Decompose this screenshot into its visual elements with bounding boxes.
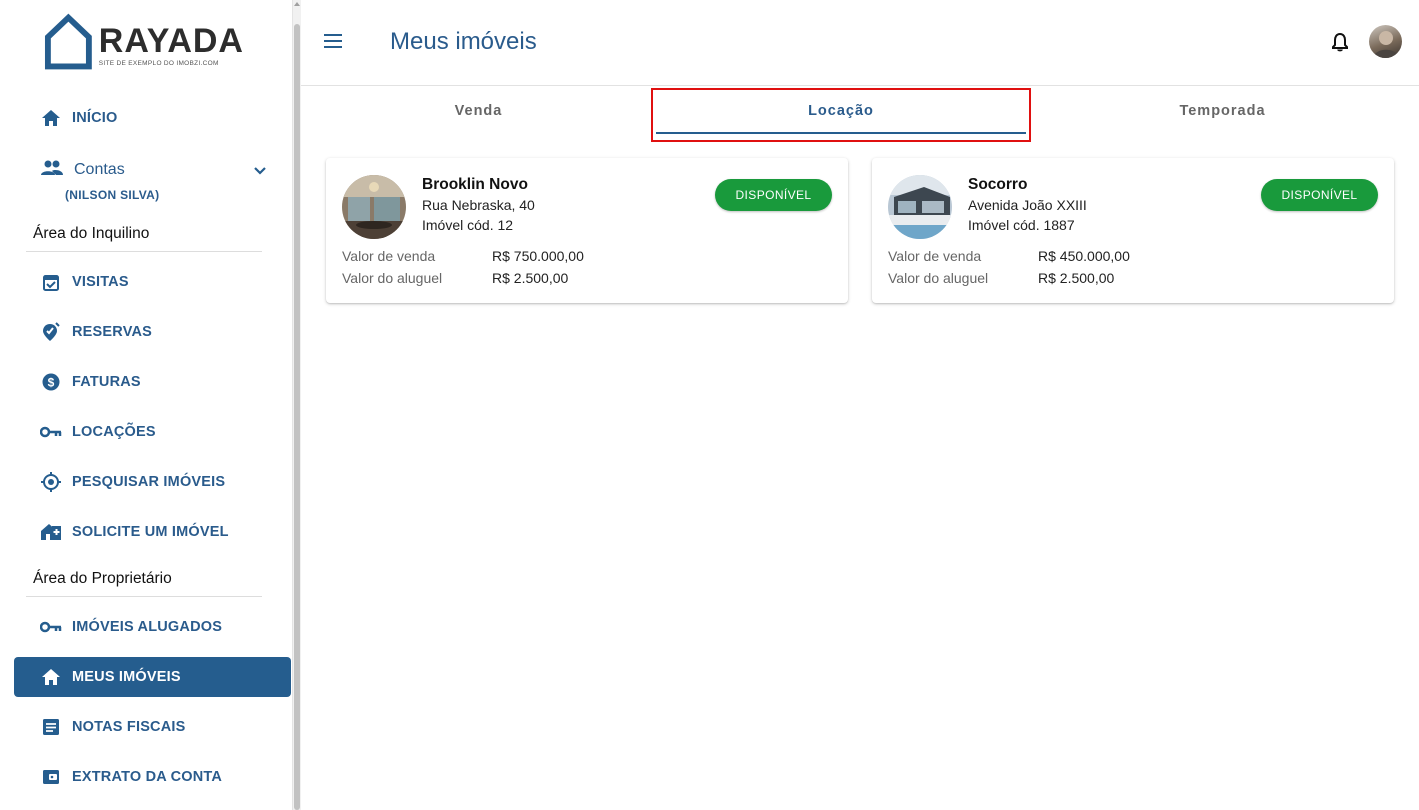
scrollbar-thumb[interactable] <box>294 24 300 810</box>
brand-name: RAYADA <box>98 21 244 60</box>
sidebar-item-visitas[interactable]: VISITAS <box>14 262 291 302</box>
user-avatar[interactable] <box>1369 25 1402 58</box>
divider <box>26 251 262 252</box>
sidebar-item-label: INÍCIO <box>72 110 118 126</box>
key-icon <box>40 616 62 638</box>
sidebar-item-reservas[interactable]: RESERVAS <box>14 312 291 352</box>
rent-value: R$ 2.500,00 <box>1038 270 1115 286</box>
house-logo-icon <box>44 13 92 70</box>
dollar-circle-icon: $ <box>40 371 62 393</box>
sidebar-item-notas-fiscais[interactable]: NOTAS FISCAIS <box>14 707 291 747</box>
sidebar-item-label: VISITAS <box>72 274 129 290</box>
sidebar-item-solicite-imovel[interactable]: SOLICITE UM IMÓVEL <box>14 512 291 552</box>
sidebar-item-meus-imoveis[interactable]: MEUS IMÓVEIS <box>14 657 291 697</box>
sidebar-item-label: MEUS IMÓVEIS <box>72 669 181 685</box>
sidebar-item-locacoes[interactable]: LOCAÇÕES <box>14 412 291 452</box>
key-icon <box>40 421 62 443</box>
status-badge[interactable]: DISPONÍVEL <box>715 179 832 211</box>
sidebar-item-label: PESQUISAR IMÓVEIS <box>72 474 226 490</box>
add-home-icon <box>40 521 62 543</box>
chevron-down-icon[interactable] <box>253 163 267 181</box>
sidebar-item-contas[interactable]: Contas (NILSON SILVA) <box>40 157 280 202</box>
contas-label: Contas <box>74 161 125 178</box>
notification-bell-icon[interactable] <box>1331 32 1349 57</box>
status-badge[interactable]: DISPONÍVEL <box>1261 179 1378 211</box>
crosshair-icon <box>40 471 62 493</box>
rent-value-label: Valor do aluguel <box>888 270 989 286</box>
account-holder-name: (NILSON SILVA) <box>65 188 160 202</box>
sidebar-item-label: IMÓVEIS ALUGADOS <box>72 619 223 635</box>
sale-value: R$ 750.000,00 <box>492 248 584 264</box>
sidebar-item-pesquisar-imoveis[interactable]: PESQUISAR IMÓVEIS <box>14 462 291 502</box>
brand-tagline: SITE DE EXEMPLO DO IMOBZI.COM <box>98 59 219 67</box>
sidebar-item-label: LOCAÇÕES <box>72 424 156 440</box>
top-app-bar: Meus imóveis <box>301 0 1419 86</box>
page-title: Meus imóveis <box>390 28 537 55</box>
people-icon <box>40 160 64 181</box>
scroll-up-arrow-icon[interactable] <box>294 2 300 6</box>
sale-value-label: Valor de venda <box>342 248 436 264</box>
property-code: Imóvel cód. 1887 <box>968 217 1075 233</box>
location-edit-icon <box>40 321 62 343</box>
rent-value: R$ 2.500,00 <box>492 270 569 286</box>
tab-venda[interactable]: Venda <box>301 87 656 135</box>
sale-value: R$ 450.000,00 <box>1038 248 1130 264</box>
property-name: Brooklin Novo <box>422 176 528 193</box>
sidebar-item-imoveis-alugados[interactable]: IMÓVEIS ALUGADOS <box>14 607 291 647</box>
section-heading-proprietario: Área do Proprietário <box>33 570 172 587</box>
home-icon <box>40 107 62 129</box>
sidebar-item-label: NOTAS FISCAIS <box>72 719 186 735</box>
sidebar-item-label: FATURAS <box>72 374 141 390</box>
property-tabs: Venda Locação Temporada <box>301 87 1419 135</box>
sidebar-item-label: SOLICITE UM IMÓVEL <box>72 524 229 540</box>
property-card[interactable]: Brooklin Novo Rua Nebraska, 40 Imóvel có… <box>326 158 848 303</box>
section-heading-inquilino: Área do Inquilino <box>33 225 150 242</box>
property-card[interactable]: Socorro Avenida João XXIII Imóvel cód. 1… <box>872 158 1394 303</box>
calendar-check-icon <box>40 271 62 293</box>
home-icon <box>40 666 62 688</box>
property-photo <box>888 175 952 239</box>
document-icon <box>40 716 62 738</box>
sidebar: RAYADA SITE DE EXEMPLO DO IMOBZI.COM INÍ… <box>0 0 292 810</box>
sale-value-label: Valor de venda <box>888 248 982 264</box>
tab-locacao[interactable]: Locação <box>656 87 1026 135</box>
property-code: Imóvel cód. 12 <box>422 217 514 233</box>
hamburger-menu-icon[interactable] <box>323 30 349 54</box>
brand-logo[interactable]: RAYADA SITE DE EXEMPLO DO IMOBZI.COM <box>44 12 244 72</box>
sidebar-scrollbar[interactable] <box>292 0 301 810</box>
sidebar-item-label: EXTRATO DA CONTA <box>72 769 223 785</box>
tab-temporada[interactable]: Temporada <box>1026 87 1419 135</box>
active-tab-indicator <box>656 132 1026 134</box>
sidebar-item-inicio[interactable]: INÍCIO <box>14 98 291 138</box>
rent-value-label: Valor do aluguel <box>342 270 443 286</box>
sidebar-item-extrato-conta[interactable]: EXTRATO DA CONTA <box>14 757 291 797</box>
sidebar-item-label: RESERVAS <box>72 324 153 340</box>
divider <box>26 596 262 597</box>
svg-text:$: $ <box>48 376 55 390</box>
sidebar-item-faturas[interactable]: $ FATURAS <box>14 362 291 402</box>
property-name: Socorro <box>968 176 1028 193</box>
wallet-icon <box>40 766 62 788</box>
property-address: Rua Nebraska, 40 <box>422 197 535 213</box>
property-address: Avenida João XXIII <box>968 197 1087 213</box>
property-photo <box>342 175 406 239</box>
